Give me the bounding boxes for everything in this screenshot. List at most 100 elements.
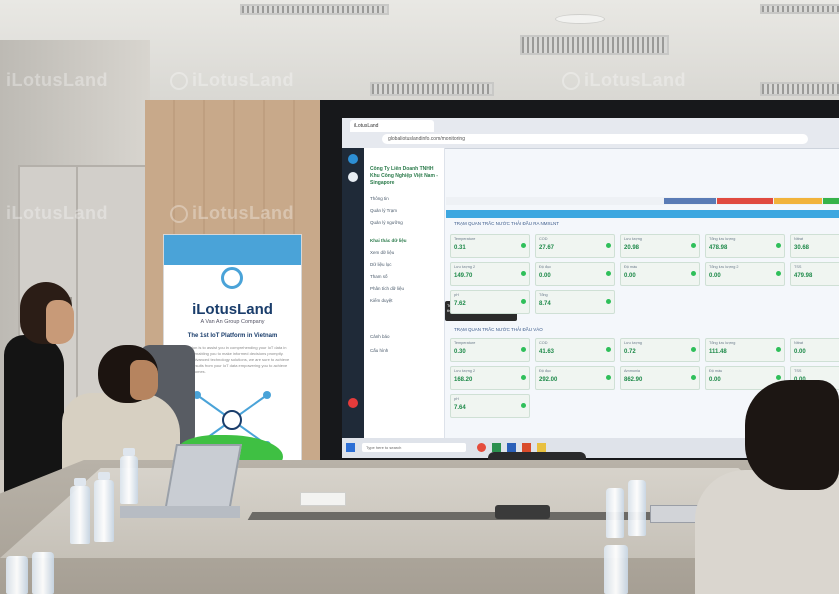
sensor-card[interactable]: Temperature 0.30 xyxy=(450,338,530,362)
sensor-label: Temperature xyxy=(454,237,476,241)
ceiling-vent xyxy=(760,82,839,96)
sidebar-item-data[interactable]: Khai thác dữ liệu xyxy=(370,238,407,243)
banner-logo-text: iLotusLand xyxy=(192,301,273,318)
sensor-value: 0.00 xyxy=(709,377,721,383)
sensor-label: TSS xyxy=(794,265,802,269)
user-avatar[interactable] xyxy=(348,398,358,408)
status-dot-icon xyxy=(521,375,526,380)
folder-icon[interactable] xyxy=(537,443,546,452)
ceiling-vent xyxy=(240,4,389,15)
sidebar-item-view-data[interactable]: Xem dữ liệu xyxy=(370,250,394,255)
sidebar: Thông tin Quản lý Trạm Quản lý ngưỡng Kh… xyxy=(364,148,445,438)
sensor-card[interactable]: Tổng lưu lượng 478.98 xyxy=(705,234,785,258)
sensor-value: 479.98 xyxy=(794,273,813,279)
sensor-card[interactable]: TSS 479.98 xyxy=(790,262,839,286)
sensor-value: 7.64 xyxy=(454,405,466,411)
status-dot-icon xyxy=(606,299,611,304)
sensor-value: 0.00 xyxy=(709,273,721,279)
excel-icon[interactable] xyxy=(492,443,501,452)
sensor-card[interactable]: pH 7.64 xyxy=(450,394,530,418)
status-band xyxy=(823,198,839,204)
watermark: iLotusLand xyxy=(562,70,686,91)
sensor-card[interactable]: Tổng 8.74 xyxy=(535,290,615,314)
sensor-card[interactable]: Tổng lưu lượng 2 0.00 xyxy=(705,262,785,286)
windows-start-icon[interactable] xyxy=(346,443,355,452)
status-dot-icon xyxy=(776,375,781,380)
section-title: TRẠM QUAN TRẮC NƯỚC THẢI ĐẦU VÀO xyxy=(454,327,543,332)
sensor-card[interactable]: Lưu lượng 20.98 xyxy=(620,234,700,258)
water-bottle xyxy=(606,488,624,538)
sensor-card[interactable]: COD 27.67 xyxy=(535,234,615,258)
status-dot-icon xyxy=(521,403,526,408)
sidebar-item-stations[interactable]: Quản lý Trạm xyxy=(370,208,397,213)
sensor-value: 20.98 xyxy=(624,245,640,251)
sensor-card[interactable]: Độ đục 0.00 xyxy=(535,262,615,286)
chrome-icon[interactable] xyxy=(477,443,486,452)
sensor-label: Tổng lưu lượng 2 xyxy=(709,265,739,269)
sensor-value: 168.20 xyxy=(454,377,473,383)
sensor-value: 7.62 xyxy=(454,301,466,307)
water-bottle xyxy=(32,552,54,594)
water-bottle xyxy=(94,480,114,542)
sensor-label: COD xyxy=(539,341,548,345)
status-dot-icon xyxy=(606,375,611,380)
sidebar-item-filtered[interactable]: Dữ liệu lọc xyxy=(370,262,392,267)
sensor-card[interactable]: Ammonia 862.90 xyxy=(620,366,700,390)
sensor-label: TSS xyxy=(794,369,802,373)
status-dot-icon xyxy=(776,347,781,352)
sensor-card[interactable]: Độ màu 0.00 xyxy=(620,262,700,286)
sensor-label: Lưu lượng 2 xyxy=(454,265,476,269)
browser-tab[interactable]: iLotusLand xyxy=(350,120,434,132)
watermark: iLotusLand xyxy=(170,70,294,91)
sensor-card[interactable]: pH 7.62 xyxy=(450,290,530,314)
sensor-card[interactable]: COD 41.63 xyxy=(535,338,615,362)
url-bar[interactable]: globaliotuslandinfo.com/monitoring xyxy=(382,134,808,144)
sidebar-item-analysis[interactable]: Phân tích dữ liệu xyxy=(370,286,404,291)
sensor-value: 478.98 xyxy=(709,245,728,251)
sensor-card[interactable]: Nitrat 30.68 xyxy=(790,234,839,258)
status-dot-icon xyxy=(606,271,611,276)
sensor-card[interactable]: Tổng lưu lượng 111.48 xyxy=(705,338,785,362)
sensor-card[interactable]: Độ đục 292.00 xyxy=(535,366,615,390)
sensor-card[interactable]: Lưu lượng 0.72 xyxy=(620,338,700,362)
sensor-label: Lưu lượng xyxy=(624,237,642,241)
sensor-label: Độ đục xyxy=(539,369,552,373)
sensor-card[interactable]: Nitrat 0.00 xyxy=(790,338,839,362)
sensor-value: 862.90 xyxy=(624,377,643,383)
sensor-label: Temperature xyxy=(454,341,476,345)
menu-icon[interactable] xyxy=(348,172,358,182)
sensor-label: Tổng xyxy=(539,293,548,297)
sidebar-item-thresholds[interactable]: Quản lý ngưỡng xyxy=(370,220,403,225)
sensor-value: 0.00 xyxy=(624,273,636,279)
person-face xyxy=(130,360,158,400)
taskbar-search[interactable]: Type here to search xyxy=(362,443,466,452)
section-title: TRẠM QUAN TRẮC NƯỚC THẢI ĐẦU RA NMXLNT xyxy=(454,221,560,226)
status-dot-icon xyxy=(691,375,696,380)
sensor-card[interactable]: Lưu lượng 2 168.20 xyxy=(450,366,530,390)
water-bottle xyxy=(120,456,138,504)
status-dot-icon xyxy=(606,243,611,248)
sidebar-item-alerts[interactable]: Cảnh báo xyxy=(370,334,390,339)
word-icon[interactable] xyxy=(507,443,516,452)
sensor-label: pH xyxy=(454,293,459,297)
company-name: Công Ty Liên Doanh TNHH Khu Công Nghiệp … xyxy=(370,166,438,186)
sensor-value: 111.48 xyxy=(709,349,727,355)
water-bottle xyxy=(70,486,90,544)
sensor-label: COD xyxy=(539,237,548,241)
sensor-label: Lưu lượng 2 xyxy=(454,369,476,373)
bottle-cap xyxy=(98,472,110,480)
sensor-card[interactable]: Temperature 0.31 xyxy=(450,234,530,258)
banner-header xyxy=(164,235,301,265)
sidebar-item-params[interactable]: Tham số xyxy=(370,274,388,279)
lotus-logo-icon xyxy=(221,267,243,289)
sidebar-item-config[interactable]: Cấu hình xyxy=(370,348,388,353)
sensor-label: Độ màu xyxy=(624,265,638,269)
phone xyxy=(495,505,550,519)
sidebar-item-review[interactable]: Kiểm duyệt xyxy=(370,298,393,303)
sidebar-item-info[interactable]: Thông tin xyxy=(370,196,389,201)
banner-tagline: The 1st IoT Platform in Vietnam xyxy=(187,333,278,339)
sensor-value: 0.00 xyxy=(539,273,551,279)
powerpoint-icon[interactable] xyxy=(522,443,531,452)
status-dot-icon xyxy=(691,243,696,248)
sensor-card[interactable]: Lưu lượng 2 149.70 xyxy=(450,262,530,286)
